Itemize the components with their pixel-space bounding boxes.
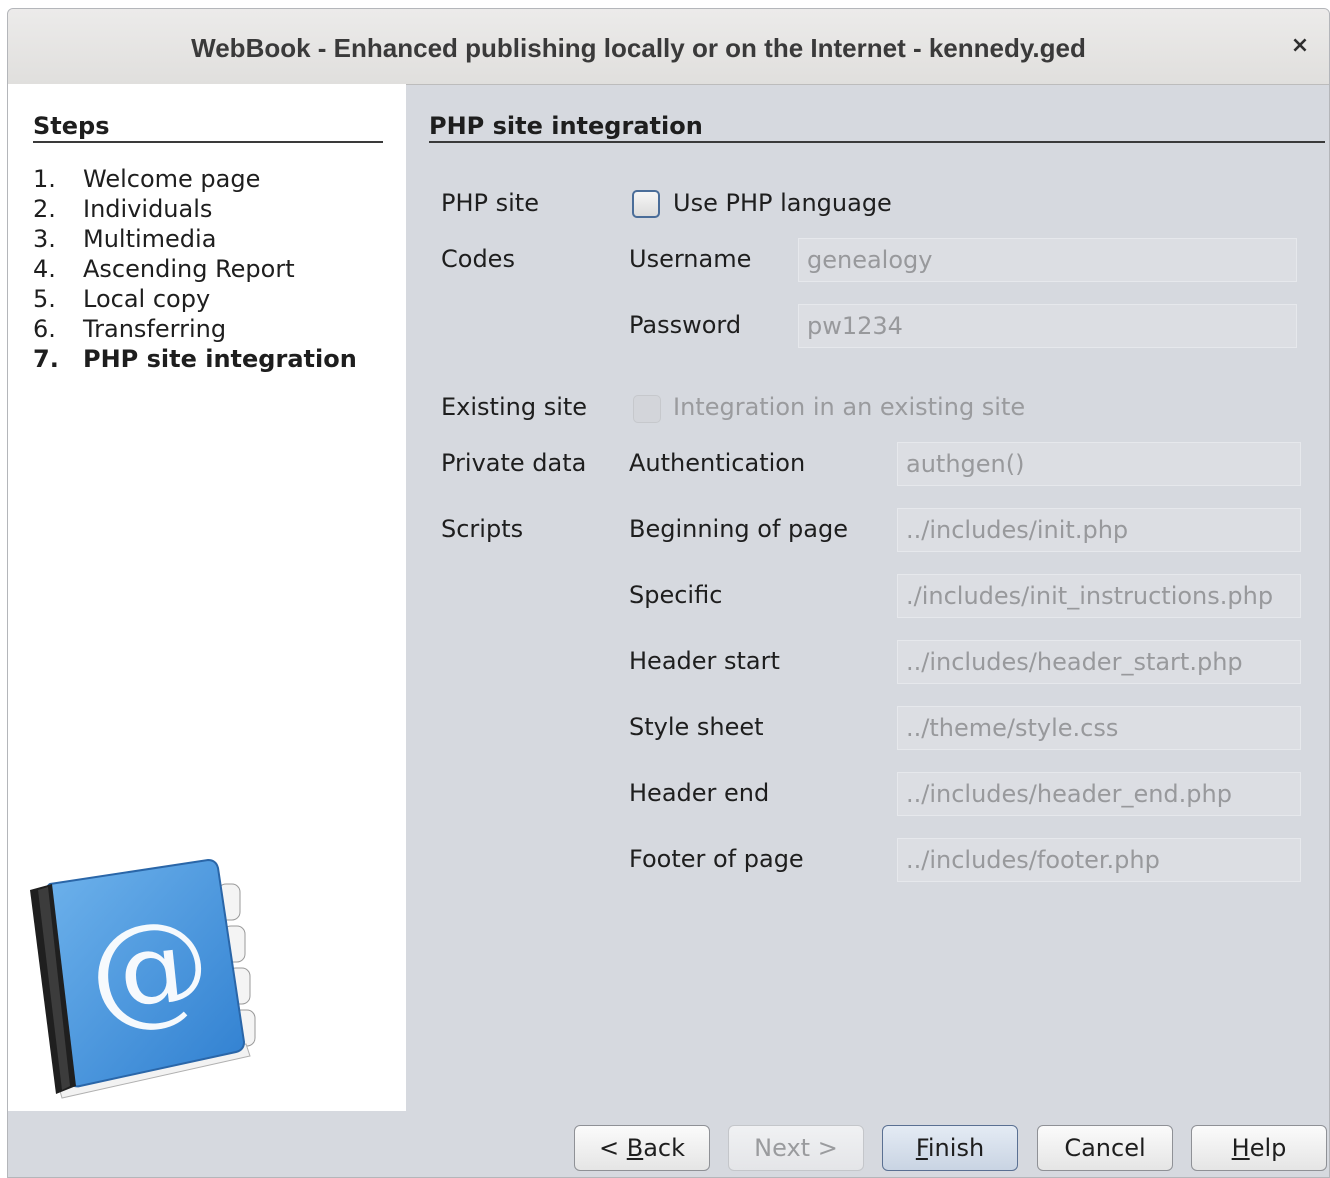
style-sheet-label: Style sheet (629, 713, 764, 741)
help-button-mnemonic: H (1231, 1134, 1250, 1162)
password-label: Password (629, 311, 742, 339)
header-start-field[interactable]: ../includes/header_start.php (897, 640, 1301, 684)
scripts-label: Scripts (441, 515, 524, 543)
window-title: WebBook - Enhanced publishing locally or… (191, 33, 1086, 63)
step-item: 6. Transferring (33, 314, 357, 344)
beginning-of-page-field[interactable]: ../includes/init.php (897, 508, 1301, 552)
back-button-label: ack (643, 1134, 686, 1162)
authentication-field[interactable]: authgen() (897, 442, 1301, 486)
specific-label: Specific (629, 581, 723, 609)
step-item: 2. Individuals (33, 194, 357, 224)
use-php-checkbox[interactable] (632, 190, 660, 218)
back-button[interactable]: < Back (574, 1125, 710, 1171)
step-number: 2. (33, 195, 56, 223)
wizard-window: WebBook - Enhanced publishing locally or… (7, 8, 1330, 1178)
footer-of-page-field[interactable]: ../includes/footer.php (897, 838, 1301, 882)
header-start-label: Header start (629, 647, 780, 675)
step-label: Ascending Report (83, 255, 295, 283)
finish-button-mnemonic: F (915, 1134, 928, 1162)
step-number: 5. (33, 285, 56, 313)
beginning-of-page-label: Beginning of page (629, 515, 848, 543)
step-number: 6. (33, 315, 56, 343)
step-label: Welcome page (83, 165, 261, 193)
authentication-label: Authentication (629, 449, 806, 477)
username-label: Username (629, 245, 752, 273)
back-button-prefix: < (598, 1134, 627, 1162)
existing-site-checkbox[interactable] (633, 395, 661, 423)
footer-of-page-label: Footer of page (629, 845, 804, 873)
help-button[interactable]: Help (1191, 1125, 1327, 1171)
back-button-mnemonic: B (626, 1134, 644, 1162)
address-book-icon: @ (30, 858, 256, 1099)
existing-site-checkbox-label[interactable]: Integration in an existing site (673, 393, 1025, 421)
button-bar: < Back Next > Finish Cancel Help (8, 1111, 1329, 1177)
step-number: 1. (33, 165, 56, 193)
next-button[interactable]: Next > (728, 1125, 864, 1171)
title-bar[interactable]: WebBook - Enhanced publishing locally or… (8, 9, 1329, 85)
header-end-label: Header end (629, 779, 770, 807)
steps-panel: Steps 1. Welcome page 2. Individuals 3. Mul… (8, 84, 406, 1111)
use-php-checkbox-label[interactable]: Use PHP language (673, 189, 892, 217)
step-label: Transferring (83, 315, 227, 343)
content-panel: PHP site integration PHP site Use PHP la… (406, 84, 1329, 1111)
steps-heading: Steps (33, 112, 383, 143)
step-item: 5. Local copy (33, 284, 357, 314)
header-end-field[interactable]: ../includes/header_end.php (897, 772, 1301, 816)
step-label: Individuals (83, 195, 213, 223)
step-item: 4. Ascending Report (33, 254, 357, 284)
step-label: Multimedia (83, 225, 217, 253)
php-site-label: PHP site (441, 189, 539, 217)
step-number: 7. (33, 345, 59, 373)
step-item: 3. Multimedia (33, 224, 357, 254)
step-number: 3. (33, 225, 56, 253)
help-button-label: elp (1249, 1134, 1287, 1162)
password-field[interactable]: pw1234 (798, 304, 1297, 348)
svg-text:@: @ (82, 893, 216, 1044)
step-label: Local copy (83, 285, 211, 313)
step-item-current: 7. PHP site integration (33, 344, 357, 374)
page-title: PHP site integration (429, 112, 1325, 143)
close-button[interactable]: × (1285, 31, 1315, 61)
codes-label: Codes (441, 245, 515, 273)
finish-button[interactable]: Finish (882, 1125, 1018, 1171)
step-item: 1. Welcome page (33, 164, 357, 194)
step-label: PHP site integration (83, 345, 357, 373)
specific-field[interactable]: ./includes/init_instructions.php (897, 574, 1301, 618)
cancel-button[interactable]: Cancel (1037, 1125, 1173, 1171)
existing-site-label: Existing site (441, 393, 588, 421)
style-sheet-field[interactable]: ../theme/style.css (897, 706, 1301, 750)
finish-button-label: inish (927, 1134, 985, 1162)
step-number: 4. (33, 255, 56, 283)
steps-list: 1. Welcome page 2. Individuals 3. Multimedi… (33, 164, 357, 374)
private-data-label: Private data (441, 449, 587, 477)
username-field[interactable]: genealogy (798, 238, 1297, 282)
